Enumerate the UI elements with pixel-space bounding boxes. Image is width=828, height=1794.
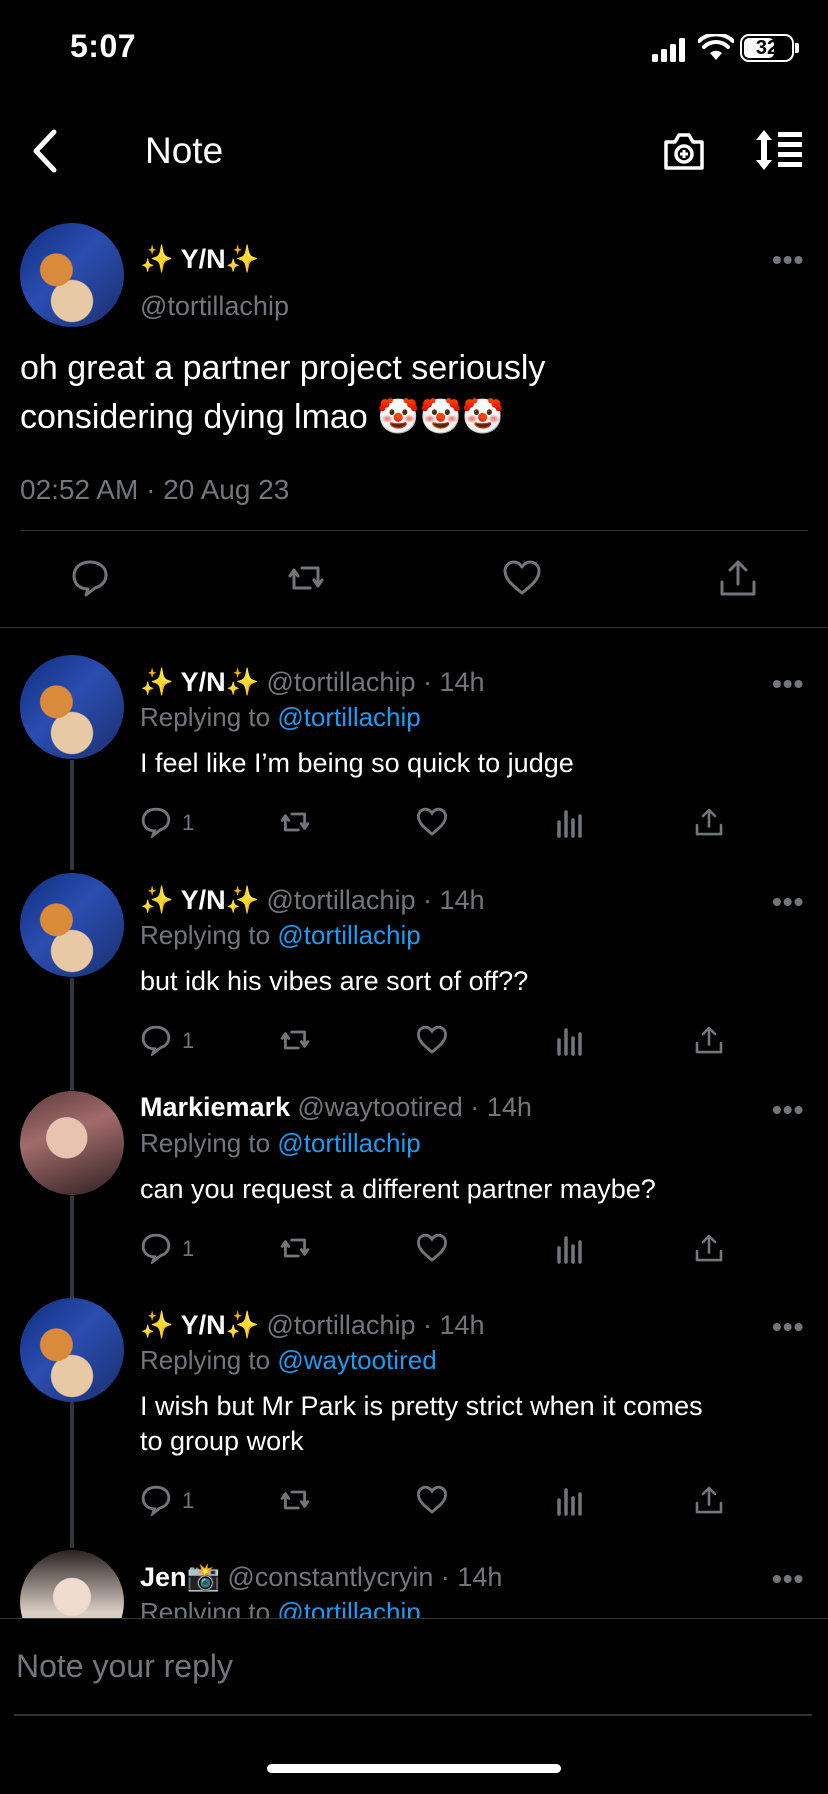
reply-header: ✨ Y/N✨ @tortillachip · 14h: [140, 1309, 485, 1341]
reply-text-line-1: I wish but Mr Park is pretty strict when…: [140, 1391, 703, 1421]
wifi-icon: [698, 34, 734, 60]
reply-text: I feel like I’m being so quick to judge: [140, 748, 574, 778]
replying-to-handle[interactable]: @tortillachip: [277, 702, 420, 732]
replying-to-handle[interactable]: @tortillachip: [277, 920, 420, 950]
battery-icon: 32: [740, 34, 794, 62]
views-icon[interactable]: [556, 1026, 584, 1056]
thread-line: [70, 1402, 74, 1548]
battery-level: 32: [755, 37, 779, 59]
thread-line: [70, 1196, 74, 1300]
views-icon[interactable]: [556, 1486, 584, 1516]
reply-icon[interactable]: [70, 558, 110, 598]
author-meta[interactable]: @tortillachip · 14h: [267, 885, 485, 915]
reply-input[interactable]: Note your reply: [16, 1648, 233, 1685]
avatar[interactable]: [20, 1298, 124, 1402]
share-icon[interactable]: [694, 806, 724, 838]
camera-plus-icon[interactable]: [662, 130, 706, 172]
cellular-signal-icon: [652, 38, 685, 62]
author-name[interactable]: Markiemark: [140, 1092, 290, 1122]
divider: [0, 627, 828, 628]
reply-text: I wish but Mr Park is pretty strict when…: [140, 1389, 800, 1459]
author-handle[interactable]: @tortillachip: [140, 291, 289, 322]
like-icon[interactable]: [416, 1024, 448, 1056]
author-name[interactable]: ✨ Y/N✨: [140, 1310, 259, 1340]
home-indicator[interactable]: [267, 1764, 561, 1773]
reply-count: 1: [182, 1488, 195, 1513]
reply-text: can you request a different partner mayb…: [140, 1174, 656, 1204]
thread-line: [70, 978, 74, 1090]
replying-to-handle[interactable]: @tortillachip: [277, 1128, 420, 1158]
author-name[interactable]: ✨ Y/N✨: [140, 667, 259, 697]
replying-to-label: Replying to: [140, 702, 278, 732]
author-meta[interactable]: @tortillachip · 14h: [267, 667, 485, 697]
reply-count: 1: [182, 1028, 195, 1053]
sort-icon[interactable]: [754, 128, 804, 172]
avatar[interactable]: [20, 655, 124, 759]
avatar[interactable]: [20, 1091, 124, 1195]
divider: [20, 530, 808, 531]
author-name[interactable]: Jen📸: [140, 1562, 220, 1592]
replying-to: Replying to @tortillachip: [140, 920, 421, 951]
status-time: 5:07: [70, 28, 137, 64]
more-options-icon[interactable]: •••: [772, 886, 804, 918]
replying-to-handle[interactable]: @waytootired: [277, 1345, 436, 1375]
share-icon[interactable]: [694, 1024, 724, 1056]
post-text-line-1: oh great a partner project seriously: [20, 349, 546, 387]
divider: [0, 1618, 828, 1619]
reply-header: Markiemark @waytootired · 14h: [140, 1092, 532, 1123]
repost-icon[interactable]: [278, 1484, 312, 1516]
like-icon[interactable]: [416, 1484, 448, 1516]
reply-count: 1: [182, 1236, 195, 1261]
more-options-icon[interactable]: •••: [772, 1311, 804, 1343]
author-name[interactable]: ✨ Y/N✨: [140, 243, 259, 275]
repost-icon[interactable]: [278, 1232, 312, 1264]
avatar[interactable]: [20, 223, 124, 327]
post-timestamp: 02:52 AM · 20 Aug 23: [20, 474, 290, 505]
share-icon[interactable]: [694, 1484, 724, 1516]
reply-icon[interactable]: [140, 1484, 172, 1516]
replying-to: Replying to @tortillachip: [140, 702, 421, 733]
reply-icon[interactable]: [140, 1024, 172, 1056]
more-options-icon[interactable]: •••: [772, 1094, 804, 1126]
thread-line: [70, 760, 74, 870]
author-meta[interactable]: @tortillachip · 14h: [267, 1310, 485, 1340]
like-icon[interactable]: [502, 558, 542, 598]
post-text-line-2: considering dying lmao 🤡🤡🤡: [20, 398, 505, 436]
share-icon[interactable]: [694, 1232, 724, 1264]
author-name[interactable]: ✨ Y/N✨: [140, 885, 259, 915]
repost-icon[interactable]: [278, 1024, 312, 1056]
like-icon[interactable]: [416, 806, 448, 838]
battery-tip: [795, 43, 799, 53]
reply-text: but idk his vibes are sort of off??: [140, 966, 529, 996]
repost-icon[interactable]: [286, 558, 326, 598]
more-options-icon[interactable]: •••: [772, 244, 804, 276]
avatar[interactable]: [20, 873, 124, 977]
views-icon[interactable]: [556, 1234, 584, 1264]
replying-to-label: Replying to: [140, 1128, 278, 1158]
replying-to-label: Replying to: [140, 1345, 278, 1375]
repost-icon[interactable]: [278, 806, 312, 838]
author-meta[interactable]: @constantlycryin · 14h: [227, 1562, 502, 1592]
chevron-left-icon[interactable]: [28, 128, 62, 174]
reply-header: ✨ Y/N✨ @tortillachip · 14h: [140, 884, 485, 916]
like-icon[interactable]: [416, 1232, 448, 1264]
post-text: oh great a partner project seriously con…: [20, 344, 810, 442]
page-title: Note: [145, 130, 224, 171]
reply-input-underline: [14, 1714, 812, 1716]
author-meta[interactable]: @waytootired · 14h: [297, 1092, 532, 1122]
replying-to-label: Replying to: [140, 920, 278, 950]
reply-header: Jen📸 @constantlycryin · 14h: [140, 1561, 502, 1593]
reply-header: ✨ Y/N✨ @tortillachip · 14h: [140, 666, 485, 698]
reply-icon[interactable]: [140, 1232, 172, 1264]
reply-text-line-2: to group work: [140, 1426, 304, 1456]
reply-icon[interactable]: [140, 806, 172, 838]
more-options-icon[interactable]: •••: [772, 1563, 804, 1595]
views-icon[interactable]: [556, 808, 584, 838]
share-icon[interactable]: [718, 558, 758, 598]
more-options-icon[interactable]: •••: [772, 668, 804, 700]
reply-count: 1: [182, 810, 195, 835]
replying-to: Replying to @tortillachip: [140, 1128, 421, 1159]
replying-to: Replying to @waytootired: [140, 1345, 437, 1376]
